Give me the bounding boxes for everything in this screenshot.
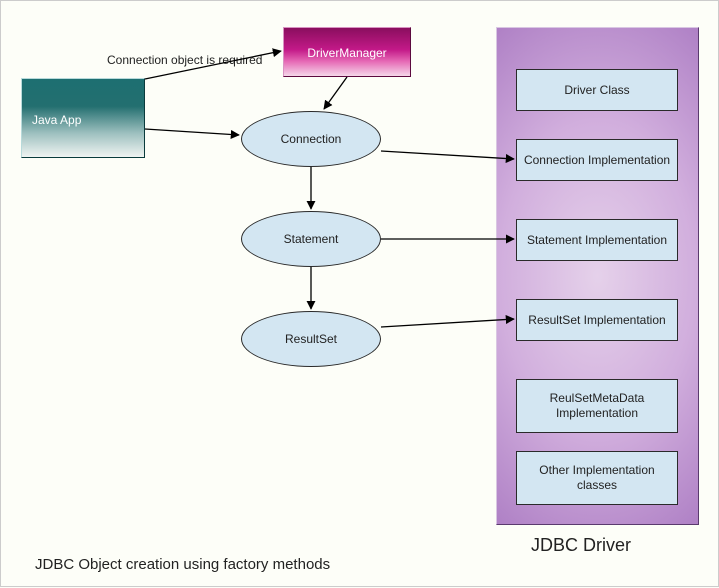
driver-manager-node: DriverManager	[283, 27, 411, 77]
resultset-node: ResultSet	[241, 311, 381, 367]
statement-node: Statement	[241, 211, 381, 267]
connection-node: Connection	[241, 111, 381, 167]
driver-item-resultset-impl: ResultSet Implementation	[516, 299, 678, 341]
java-app-node: Java App	[21, 78, 145, 158]
connection-required-label: Connection object is required	[107, 53, 287, 67]
driver-item-statement-impl: Statement Implementation	[516, 219, 678, 261]
jdbc-driver-caption: JDBC Driver	[531, 535, 711, 556]
driver-item-resultsetmetadata-impl: ReulSetMetaData Implementation	[516, 379, 678, 433]
driver-item-driver-class: Driver Class	[516, 69, 678, 111]
diagram-caption: JDBC Object creation using factory metho…	[35, 556, 455, 573]
driver-item-connection-impl: Connection Implementation	[516, 139, 678, 181]
driver-item-other-impl: Other Implementation classes	[516, 451, 678, 505]
